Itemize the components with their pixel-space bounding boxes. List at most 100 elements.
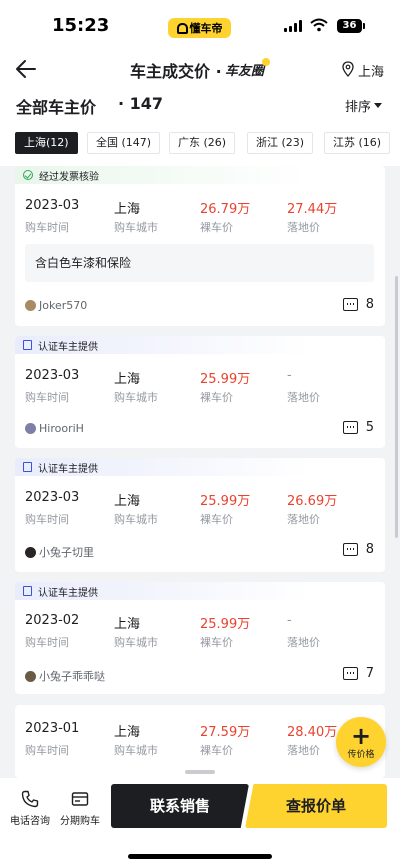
certificate-icon — [23, 462, 32, 472]
landing-price-label: 落地价 — [287, 744, 320, 757]
battery-icon: 36 — [337, 19, 362, 33]
comment-icon — [342, 667, 358, 680]
bare-price: 25.99万 — [200, 494, 251, 509]
price-card[interactable]: 2023-01 上海 27.59万 28.40万 购车时间 购车城市 裸车价 落… — [15, 705, 385, 778]
comment-count[interactable]: 5 — [342, 420, 374, 435]
price-card[interactable]: 认证车主提供 2023-03 上海 25.99万 26.69万 购车时间 购车城… — [15, 458, 385, 572]
purchase-city: 上海 — [114, 725, 141, 740]
drag-handle[interactable] — [185, 770, 215, 774]
purchase-date-label: 购车时间 — [25, 744, 69, 757]
section-title: 全部车主价 — [16, 98, 97, 117]
bare-price-label: 裸车价 — [200, 221, 233, 234]
purchase-city-label: 购车城市 — [114, 221, 158, 234]
purchase-city-label: 购车城市 — [114, 744, 158, 757]
home-indicator — [128, 854, 272, 859]
purchase-date-label: 购车时间 — [25, 391, 69, 404]
phone-consult-label: 电话咨询 — [10, 816, 50, 827]
purchase-date-label: 购车时间 — [25, 636, 69, 649]
comment-number: 8 — [365, 542, 374, 557]
nav-bar: 车主成交价 · 车友圈 上海 — [0, 52, 400, 86]
avatar — [25, 300, 36, 311]
wifi-icon — [310, 18, 328, 32]
verified-badge: 经过发票核验 — [15, 166, 385, 184]
installment-label: 分期购车 — [60, 816, 100, 827]
landing-price: - — [287, 368, 292, 383]
signal-icon — [284, 20, 302, 32]
purchase-date: 2023-02 — [25, 613, 80, 628]
purchase-date-label: 购车时间 — [25, 221, 69, 234]
car-icon — [176, 22, 188, 34]
purchase-date: 2023-03 — [25, 490, 80, 505]
post-price-button[interactable]: + 传价格 — [336, 717, 386, 767]
certified-badge: 认证车主提供 — [15, 458, 385, 476]
purchase-city-label: 购车城市 — [114, 636, 158, 649]
badge-label: 认证车主提供 — [38, 463, 98, 475]
region-tabs: 上海(12) 全国 (147) 广东 (26) 浙江 (23) 江苏 (16) — [0, 128, 400, 166]
purchase-date: 2023-03 — [25, 198, 80, 213]
purchase-city-label: 购车城市 — [114, 513, 158, 526]
purchase-city: 上海 — [114, 617, 141, 632]
comment-number: 7 — [365, 666, 374, 681]
installment-card-icon — [71, 792, 89, 806]
brand-logo-text: 车友圈 — [225, 64, 265, 79]
sort-button[interactable]: 排序 — [345, 96, 383, 115]
purchase-city-label: 购车城市 — [114, 391, 158, 404]
check-quote-button[interactable]: 查报价单 — [245, 784, 387, 828]
price-card[interactable]: 认证车主提供 2023-03 上海 25.99万 - 购车时间 购车城市 裸车价… — [15, 336, 385, 448]
purchase-city: 上海 — [114, 202, 141, 217]
purchase-city: 上海 — [114, 372, 141, 387]
purchase-date: 2023-03 — [25, 368, 80, 383]
bare-price-label: 裸车价 — [200, 744, 233, 757]
landing-price: 26.69万 — [287, 494, 338, 509]
section-count: · 147 — [118, 94, 164, 113]
check-circle-icon — [23, 170, 33, 180]
badge-label: 认证车主提供 — [38, 341, 98, 353]
owner-user[interactable]: 小兔子乖乖哒 — [25, 668, 105, 684]
avatar — [25, 423, 36, 434]
phone-consult-button[interactable]: 电话咨询 — [10, 790, 50, 827]
tab-shanghai[interactable]: 上海(12) — [15, 132, 78, 154]
plus-icon: + — [350, 721, 372, 750]
owner-user[interactable]: HirooriH — [25, 422, 84, 435]
tab-guangdong[interactable]: 广东 (26) — [169, 132, 236, 154]
app-pill-label: 懂车帝 — [189, 22, 223, 35]
comment-count[interactable]: 8 — [342, 297, 374, 312]
price-card[interactable]: 经过发票核验 2023-03 上海 26.79万 27.44万 购车时间 购车城… — [15, 166, 385, 326]
certified-badge: 认证车主提供 — [15, 336, 385, 354]
list-header: 全部车主价 · 147 排序 — [0, 86, 400, 128]
username: 小兔子乖乖哒 — [39, 670, 105, 683]
owner-note: 含白色车漆和保险 — [25, 244, 374, 282]
owner-user[interactable]: Joker570 — [25, 299, 87, 312]
owner-user[interactable]: 小兔子切里 — [25, 544, 94, 560]
price-card[interactable]: 认证车主提供 2023-02 上海 25.99万 - 购车时间 购车城市 裸车价… — [15, 582, 385, 694]
tab-jiangsu[interactable]: 江苏 (16) — [324, 132, 391, 154]
tab-national[interactable]: 全国 (147) — [87, 132, 161, 154]
certificate-icon — [23, 340, 32, 350]
landing-price: 28.40万 — [287, 725, 338, 740]
tab-zhejiang[interactable]: 浙江 (23) — [247, 132, 314, 154]
bare-price-label: 裸车价 — [200, 513, 233, 526]
location-pin-icon[interactable] — [342, 61, 354, 77]
status-bar: 15:23 懂车帝 36 — [0, 0, 400, 52]
phone-icon — [21, 790, 39, 808]
page-title: 车主成交价 · — [130, 62, 222, 81]
username: 小兔子切里 — [39, 546, 94, 559]
badge-label: 认证车主提供 — [38, 587, 98, 599]
back-arrow-icon[interactable] — [14, 58, 38, 80]
comment-number: 5 — [365, 420, 374, 435]
contact-sales-button[interactable]: 联系销售 — [111, 784, 249, 828]
avatar — [25, 546, 36, 558]
bare-price: 25.99万 — [200, 617, 251, 632]
bottom-action-bar: 电话咨询 分期购车 联系销售 查报价单 — [0, 778, 400, 866]
bare-price-label: 裸车价 — [200, 391, 233, 404]
comment-count[interactable]: 8 — [342, 542, 374, 557]
app-pill: 懂车帝 — [168, 18, 231, 38]
scrollbar[interactable] — [395, 276, 398, 538]
sort-label: 排序 — [345, 100, 372, 115]
landing-price-label: 落地价 — [287, 513, 320, 526]
landing-price: 27.44万 — [287, 202, 338, 217]
location-city[interactable]: 上海 — [358, 61, 384, 80]
comment-count[interactable]: 7 — [342, 666, 374, 681]
comment-icon — [342, 421, 358, 434]
installment-button[interactable]: 分期购车 — [60, 790, 100, 827]
